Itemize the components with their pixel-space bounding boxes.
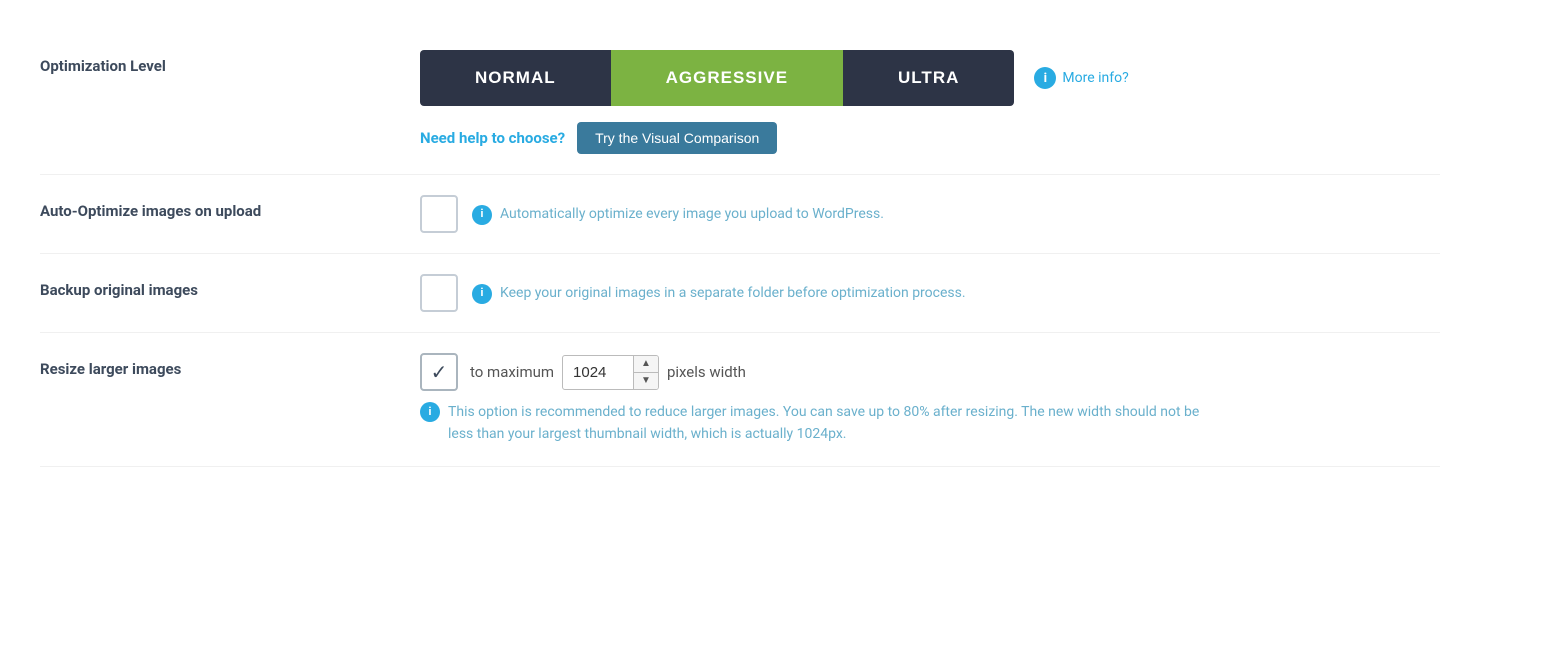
- spinner-up-button[interactable]: ▲: [634, 356, 658, 373]
- more-info-container: i More info?: [1034, 67, 1128, 89]
- auto-optimize-content: i Automatically optimize every image you…: [420, 195, 1440, 233]
- more-info-icon: i: [1034, 67, 1056, 89]
- visual-comparison-button[interactable]: Try the Visual Comparison: [577, 122, 777, 154]
- need-help-row: Need help to choose? Try the Visual Comp…: [420, 122, 1440, 154]
- auto-optimize-checkbox-content: i Automatically optimize every image you…: [420, 195, 1440, 233]
- backup-checkbox[interactable]: [420, 274, 458, 312]
- resize-main-row: ✓ to maximum ▲ ▼ pixels width: [420, 353, 1440, 391]
- auto-optimize-row: Auto-Optimize images on upload i Automat…: [40, 175, 1440, 254]
- resize-inline: to maximum ▲ ▼ pixels width: [470, 355, 746, 390]
- settings-container: Optimization Level NORMAL AGGRESSIVE ULT…: [40, 30, 1440, 467]
- opt-btn-ultra[interactable]: ULTRA: [843, 50, 1014, 106]
- auto-optimize-checkbox[interactable]: [420, 195, 458, 233]
- backup-content: i Keep your original images in a separat…: [420, 274, 1440, 312]
- resize-inner-content: ✓ to maximum ▲ ▼ pixels width: [420, 353, 1440, 446]
- pixels-width-text: pixels width: [667, 363, 746, 381]
- resize-checkmark: ✓: [431, 360, 448, 384]
- more-info-link[interactable]: More info?: [1062, 70, 1128, 86]
- auto-optimize-description-text: Automatically optimize every image you u…: [500, 204, 884, 225]
- resize-info-icon: i: [420, 402, 440, 422]
- backup-description-text: Keep your original images in a separate …: [500, 283, 966, 304]
- opt-btn-normal[interactable]: NORMAL: [420, 50, 611, 106]
- auto-optimize-description: i Automatically optimize every image you…: [472, 204, 884, 225]
- resize-checkbox[interactable]: ✓: [420, 353, 458, 391]
- backup-row: Backup original images i Keep your origi…: [40, 254, 1440, 333]
- need-help-text: Need help to choose?: [420, 129, 565, 147]
- pixel-input-container: ▲ ▼: [562, 355, 659, 390]
- resize-note-text: This option is recommended to reduce lar…: [448, 401, 1200, 446]
- opt-level-row: NORMAL AGGRESSIVE ULTRA i More info?: [420, 50, 1440, 106]
- spinner-down-button[interactable]: ▼: [634, 373, 658, 389]
- resize-prefix-text: to maximum: [470, 363, 554, 381]
- opt-btn-aggressive[interactable]: AGGRESSIVE: [611, 50, 843, 106]
- resize-row: Resize larger images ✓ to maximum ▲ ▼: [40, 333, 1440, 467]
- resize-label: Resize larger images: [40, 353, 420, 380]
- backup-checkbox-content: i Keep your original images in a separat…: [420, 274, 1440, 312]
- resize-content: ✓ to maximum ▲ ▼ pixels width: [420, 353, 1440, 446]
- pixel-width-input[interactable]: [563, 358, 633, 387]
- optimization-level-label: Optimization Level: [40, 50, 420, 77]
- opt-buttons-group: NORMAL AGGRESSIVE ULTRA: [420, 50, 1014, 106]
- backup-info-icon: i: [472, 284, 492, 304]
- backup-label: Backup original images: [40, 274, 420, 301]
- optimization-level-content: NORMAL AGGRESSIVE ULTRA i More info? Nee…: [420, 50, 1440, 154]
- auto-optimize-label: Auto-Optimize images on upload: [40, 195, 420, 222]
- backup-description: i Keep your original images in a separat…: [472, 283, 966, 304]
- resize-note: i This option is recommended to reduce l…: [420, 401, 1200, 446]
- auto-optimize-info-icon: i: [472, 205, 492, 225]
- spinner-buttons: ▲ ▼: [633, 356, 658, 389]
- optimization-level-row: Optimization Level NORMAL AGGRESSIVE ULT…: [40, 30, 1440, 175]
